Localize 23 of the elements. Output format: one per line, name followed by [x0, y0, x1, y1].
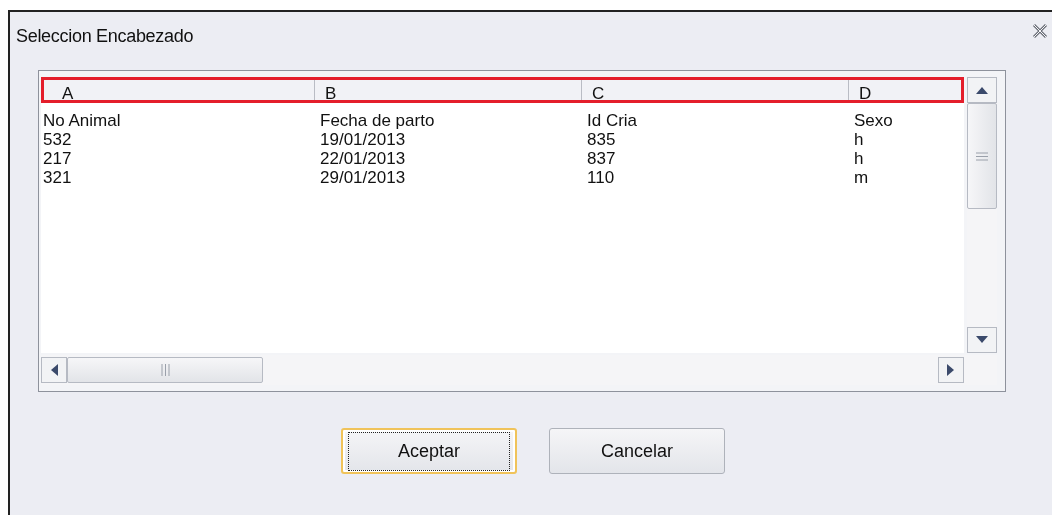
table-cell-text: 532 [42, 130, 73, 149]
column-header[interactable]: C [581, 80, 848, 100]
table-cell-text: 110 [586, 168, 616, 187]
table-cell-text: 835 [586, 130, 617, 149]
column-header[interactable]: B [314, 80, 581, 100]
table-cell-text: 217 [42, 149, 73, 168]
table-cell-text: No Animal [42, 111, 122, 130]
column-header[interactable]: D [848, 80, 961, 100]
table-cell-text: Fecha de parto [319, 111, 436, 130]
table-cell-text: h [853, 149, 865, 168]
dialog-button[interactable]: Cancelar [549, 428, 725, 474]
table-cell-text: Id Cria [586, 111, 639, 130]
table-cell-text: 29/01/2013 [319, 168, 407, 187]
table-cell-text: h [853, 130, 865, 149]
table-cell-text: 19/01/2013 [319, 130, 407, 149]
column-header[interactable]: A [44, 80, 314, 100]
window-title: Seleccion Encabezado [16, 25, 194, 47]
table-cell-text: 837 [586, 149, 617, 168]
table-cell-text: 22/01/2013 [319, 149, 407, 168]
table-cell-text: 321 [42, 168, 73, 187]
table-cell-text: m [853, 168, 870, 187]
dialog-button[interactable]: Aceptar [341, 428, 517, 474]
table-cell-text: Sexo [853, 111, 894, 130]
